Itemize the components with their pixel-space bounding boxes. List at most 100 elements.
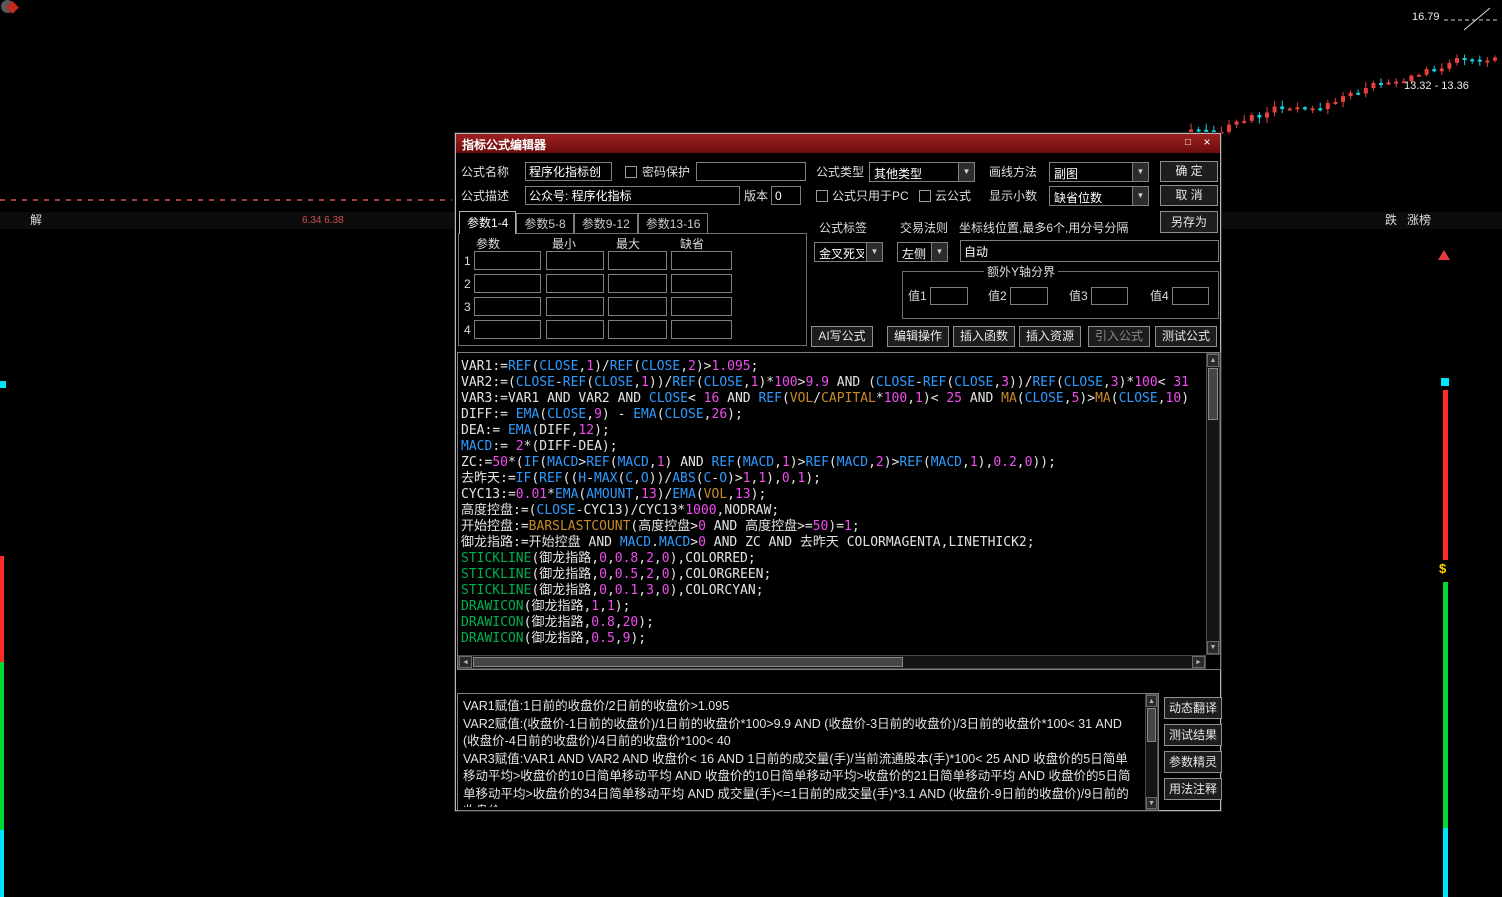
mini-quote: 6.34 6.38 [302, 213, 344, 228]
chevron-down-icon[interactable]: ▼ [931, 243, 947, 261]
param-min-input-4[interactable] [546, 320, 604, 339]
chevron-down-icon[interactable]: ▼ [1132, 163, 1148, 181]
param-value-input-2[interactable] [474, 274, 541, 293]
extra-y-value1-label: 值1 [908, 289, 927, 303]
formula-tag-dropdown[interactable]: 金叉死叉 ▼ [814, 242, 883, 262]
param-value-input-3[interactable] [474, 297, 541, 316]
password-input[interactable] [696, 162, 806, 181]
description-scrollbar[interactable]: ▲ ▼ [1145, 694, 1158, 810]
code-horizontal-scrollbar[interactable]: ◄ ► [458, 655, 1206, 669]
password-protect-label: 密码保护 [642, 165, 691, 179]
chevron-down-icon[interactable]: ▼ [866, 243, 882, 261]
version-input[interactable] [771, 186, 801, 205]
scroll-down-icon[interactable]: ▼ [1207, 641, 1219, 654]
left-red-bar [0, 556, 4, 662]
code-line: VAR2:=(CLOSE-REF(CLOSE,1))/REF(CLOSE,1)*… [461, 375, 1190, 390]
param-max-input-4[interactable] [608, 320, 667, 339]
param-max-input-2[interactable] [608, 274, 667, 293]
extra-y-legend: 额外Y轴分界 [984, 263, 1059, 281]
draw-method-value: 副图 [1054, 167, 1079, 181]
formula-desc-input[interactable] [525, 186, 740, 205]
param-max-input-3[interactable] [608, 297, 667, 316]
draw-method-dropdown[interactable]: 副图 ▼ [1049, 162, 1149, 182]
description-paragraph: VAR3赋值:VAR1 AND VAR2 AND 收盘价< 16 AND 1日前… [463, 751, 1131, 808]
trade-rule-dropdown[interactable]: 左侧 ▼ [897, 242, 948, 262]
extra-y-value4-input[interactable] [1172, 287, 1209, 305]
tab-params-5-8[interactable]: 参数5-8 [516, 213, 574, 234]
dynamic-translate-button[interactable]: 动态翻译 [1164, 697, 1222, 719]
extra-y-value1-input[interactable] [930, 287, 968, 305]
scroll-down-icon[interactable]: ▼ [1146, 797, 1157, 809]
fall-tab[interactable]: 跌 [1385, 212, 1397, 229]
description-panel: VAR1赋值:1日前的收盘价/2日前的收盘价>1.095 VAR2赋值:(收盘价… [457, 693, 1159, 811]
coord-line-input[interactable] [960, 240, 1219, 262]
code-editor[interactable]: VAR1:=REF(CLOSE,1)/REF(CLOSE,2)>1.095; VA… [457, 352, 1221, 670]
formula-tag-label: 公式标签 [819, 221, 868, 235]
scroll-up-icon[interactable]: ▲ [1146, 695, 1157, 707]
param-default-input-1[interactable] [671, 251, 732, 270]
param-default-input-3[interactable] [671, 297, 732, 316]
panel-label: 解 [30, 213, 43, 227]
tab-params-1-4[interactable]: 参数1-4 [459, 211, 517, 234]
param-default-input-2[interactable] [671, 274, 732, 293]
scroll-up-icon[interactable]: ▲ [1207, 354, 1219, 367]
close-icon[interactable]: × [1199, 136, 1215, 150]
param-min-input-2[interactable] [546, 274, 604, 293]
insert-function-button[interactable]: 插入函数 [953, 326, 1015, 347]
chevron-down-icon[interactable]: ▼ [958, 163, 974, 181]
password-protect-checkbox[interactable] [625, 166, 637, 178]
dollar-marker: $ [1439, 561, 1447, 576]
cancel-button[interactable]: 取 消 [1160, 185, 1218, 206]
formula-name-input[interactable] [525, 162, 612, 181]
mini-quote-a: 6.34 [302, 215, 322, 226]
param-value-input-1[interactable] [474, 251, 541, 270]
param-max-input-1[interactable] [608, 251, 667, 270]
description-text: VAR1赋值:1日前的收盘价/2日前的收盘价>1.095 VAR2赋值:(收盘价… [463, 698, 1140, 807]
test-result-button[interactable]: 测试结果 [1164, 724, 1222, 746]
param-default-input-4[interactable] [671, 320, 732, 339]
price-label-top: 16.79 [1412, 11, 1440, 23]
scroll-left-icon[interactable]: ◄ [459, 656, 472, 668]
param-min-input-3[interactable] [546, 297, 604, 316]
description-paragraph: VAR2赋值:(收盘价-1日前的收盘价)/1日前的收盘价*100>9.9 AND… [463, 716, 1122, 749]
dialog-titlebar[interactable]: 指标公式编辑器 □ × [456, 134, 1220, 153]
usage-notes-button[interactable]: 用法注释 [1164, 778, 1222, 800]
code-line: DRAWICON(御龙指路,1,1); [461, 599, 631, 614]
code-editor-lines[interactable]: VAR1:=REF(CLOSE,1)/REF(CLOSE,2)>1.095; VA… [461, 359, 1204, 653]
extra-y-value3-input[interactable] [1091, 287, 1128, 305]
param-wizard-button[interactable]: 参数精灵 [1164, 751, 1222, 773]
formula-type-dropdown[interactable]: 其他类型 ▼ [869, 162, 975, 182]
code-line: 开始控盘:=BARSLASTCOUNT(高度控盘>0 AND 高度控盘>=50)… [461, 519, 860, 534]
scroll-right-icon[interactable]: ► [1192, 656, 1205, 668]
horizontal-scrollbar-thumb[interactable] [473, 657, 903, 667]
code-line: 去昨天:=IF(REF((H-MAX(C,O))/ABS(C-O)>1,1),0… [461, 471, 821, 486]
left-cyan-marker [0, 381, 6, 388]
pc-only-checkbox[interactable] [816, 190, 828, 202]
ok-button[interactable]: 确 定 [1160, 161, 1218, 182]
edit-operations-button[interactable]: 编辑操作 [887, 326, 949, 347]
formula-desc-label: 公式描述 [461, 189, 510, 203]
rank-board-tab[interactable]: 涨榜 [1407, 212, 1431, 229]
code-line: VAR3:=VAR1 AND VAR2 AND CLOSE< 16 AND RE… [461, 391, 1190, 406]
left-chart-dash-line [0, 199, 452, 201]
param-min-input-1[interactable] [546, 251, 604, 270]
decimals-dropdown[interactable]: 缺省位数 ▼ [1049, 186, 1149, 206]
save-as-button[interactable]: 另存为 [1160, 211, 1218, 233]
ai-write-formula-button[interactable]: AI写公式 [811, 326, 873, 347]
test-formula-button[interactable]: 测试公式 [1155, 326, 1217, 347]
vertical-scrollbar-thumb[interactable] [1208, 368, 1218, 420]
code-line: VAR1:=REF(CLOSE,1)/REF(CLOSE,2)>1.095; [461, 359, 759, 374]
code-line: STICKLINE(御龙指路,0,0.1,3,0),COLORCYAN; [461, 583, 764, 598]
param-value-input-4[interactable] [474, 320, 541, 339]
import-formula-button[interactable]: 引入公式 [1088, 326, 1150, 347]
insert-resource-button[interactable]: 插入资源 [1019, 326, 1081, 347]
tab-params-13-16[interactable]: 参数13-16 [637, 213, 709, 234]
cloud-formula-checkbox[interactable] [919, 190, 931, 202]
maximize-icon[interactable]: □ [1180, 136, 1196, 150]
coord-line-label: 坐标线位置,最多6个,用分号分隔 [959, 221, 1129, 235]
tab-params-9-12[interactable]: 参数9-12 [573, 213, 638, 234]
chevron-down-icon[interactable]: ▼ [1132, 187, 1148, 205]
description-scrollbar-thumb[interactable] [1147, 708, 1156, 742]
code-vertical-scrollbar[interactable]: ▲ ▼ [1206, 353, 1220, 655]
extra-y-value2-input[interactable] [1010, 287, 1048, 305]
